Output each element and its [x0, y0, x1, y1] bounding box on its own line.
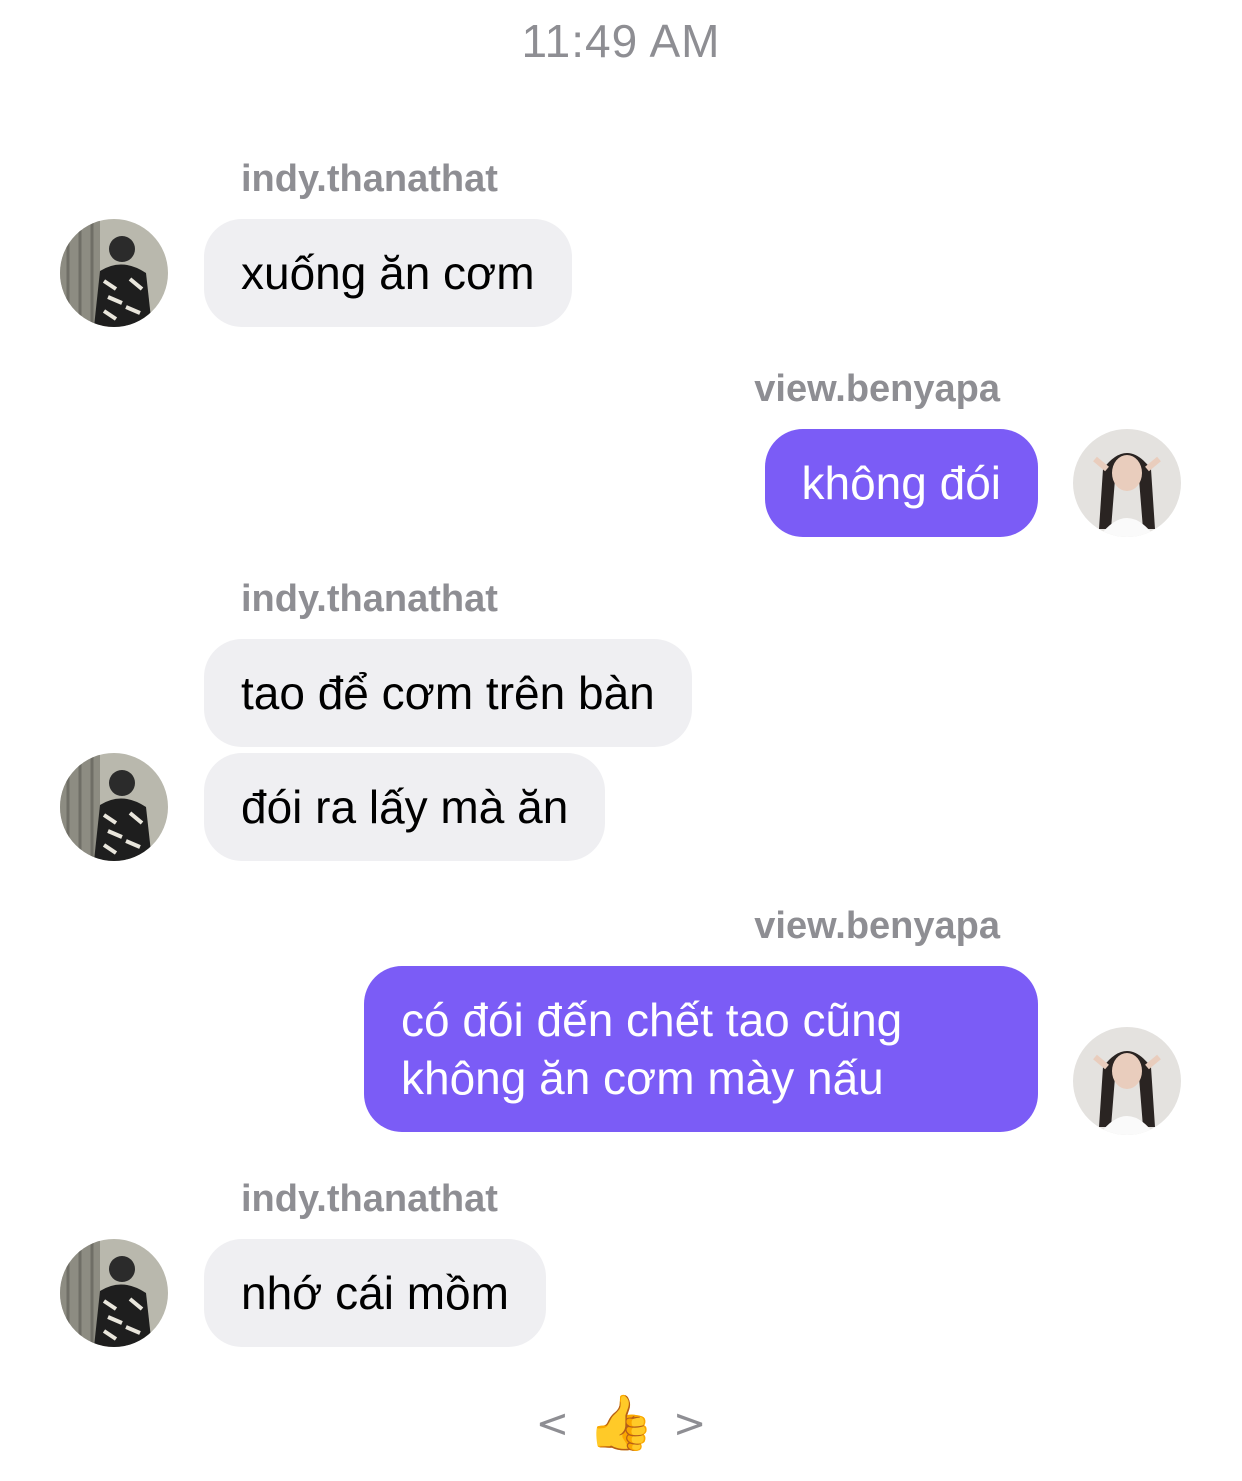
sender-name-indy: indy.thanathat: [241, 1178, 498, 1220]
chat-timestamp: 11:49 AM: [521, 15, 721, 67]
sender-name-view: view.benyapa: [754, 368, 1000, 410]
message-bubble-incoming[interactable]: đói ra lấy mà ăn: [204, 753, 606, 861]
message-bubble-incoming[interactable]: xuống ăn cơm: [204, 219, 572, 327]
avatar-indy-icon[interactable]: [60, 219, 168, 327]
sender-name-view: view.benyapa: [754, 905, 1000, 947]
message-bubble-outgoing[interactable]: có đói đến chết tao cũng không ăn cơm mà…: [364, 966, 1038, 1132]
reaction-switcher: < 👍 >: [0, 1392, 1242, 1455]
sender-name-indy: indy.thanathat: [241, 158, 498, 200]
avatar-indy-icon[interactable]: [60, 1239, 168, 1347]
avatar-view-icon[interactable]: [1073, 429, 1181, 537]
chevron-left-icon[interactable]: <: [530, 1401, 576, 1447]
message-bubble-incoming[interactable]: tao để cơm trên bàn: [204, 639, 692, 747]
message-bubble-incoming[interactable]: nhớ cái mồm: [204, 1239, 546, 1347]
thumbs-up-icon[interactable]: 👍: [587, 1392, 654, 1455]
message-bubble-outgoing[interactable]: không đói: [764, 429, 1038, 537]
avatar-indy-icon[interactable]: [60, 753, 168, 861]
avatar-view-icon[interactable]: [1073, 1027, 1181, 1135]
sender-name-indy: indy.thanathat: [241, 578, 498, 620]
chevron-right-icon[interactable]: >: [667, 1401, 713, 1447]
